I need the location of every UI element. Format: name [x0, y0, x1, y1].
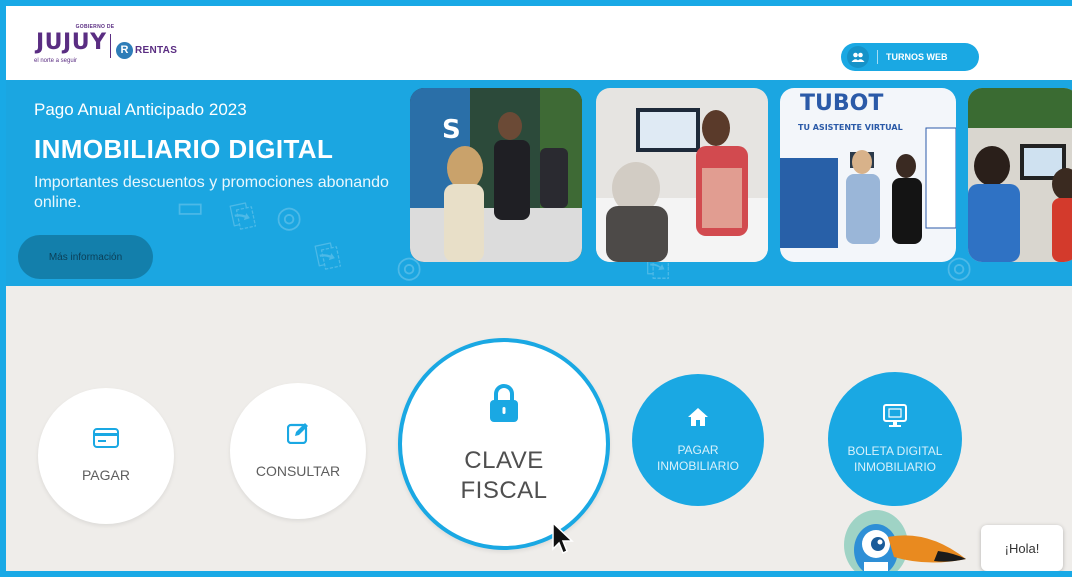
turnos-divider	[877, 50, 878, 64]
promo-banner[interactable]: ▭ ⎘ ◎ ⎘ ◎ ⎘ ◎ Pago Anual Anticipado 2023…	[6, 80, 1072, 286]
pagar-label: PAGAR	[82, 467, 130, 483]
logo-tagline: el norte a seguir	[34, 58, 78, 64]
banner-photo-attention	[596, 88, 768, 262]
pagar-button[interactable]: PAGAR	[38, 388, 174, 524]
users-icon	[847, 46, 869, 68]
photo-sign-asistente: TU ASISTENTE VIRTUAL	[798, 123, 903, 132]
rentas-wordmark: RENTAS	[135, 44, 178, 56]
clave-fiscal-button[interactable]: CLAVE FISCAL	[398, 338, 610, 550]
home-icon	[687, 407, 709, 432]
clave-fiscal-line1: CLAVE	[464, 446, 544, 474]
logo-divider	[110, 34, 111, 58]
mouse-cursor-icon	[551, 521, 575, 561]
site-header: GOBIERNO DE JUJUY el norte a seguir R RE…	[6, 6, 1072, 80]
browser-viewport: GOBIERNO DE JUJUY el norte a seguir R RE…	[0, 0, 1072, 577]
logo-jujuy-word: JUJUY	[36, 30, 107, 55]
consultar-label: CONSULTAR	[255, 463, 341, 479]
photo-sign-tubot: TUBOT	[800, 91, 883, 116]
banner-photo-tubot: TUBOT TU ASISTENTE VIRTUAL	[780, 88, 956, 262]
consultar-button[interactable]: CONSULTAR	[230, 383, 366, 519]
banner-kicker: Pago Anual Anticipado 2023	[34, 100, 247, 119]
mas-informacion-button[interactable]: Más información	[18, 235, 153, 279]
edit-icon	[286, 422, 309, 449]
banner-title: INMOBILIARIO DIGITAL	[34, 134, 334, 164]
monitor-icon	[882, 403, 908, 433]
boleta-digital-button[interactable]: BOLETA DIGITAL INMOBILIARIO	[828, 372, 962, 506]
boleta-digital-line2: INMOBILIARIO	[853, 459, 936, 474]
logo-rentas[interactable]: R RENTAS	[116, 40, 177, 60]
pagar-inmobiliario-button[interactable]: PAGAR INMOBILIARIO	[632, 374, 764, 506]
clave-fiscal-line2: FISCAL	[460, 476, 548, 504]
photo-sign-letter: S	[442, 115, 461, 145]
banner-photo-office: S	[410, 88, 582, 262]
turnos-web-label: TURNOS WEB	[886, 52, 948, 62]
rentas-r-icon: R	[116, 41, 133, 59]
pagar-inmobiliario-line2: INMOBILIARIO	[656, 458, 739, 473]
toucan-beak-icon	[888, 533, 968, 571]
banner-photo-kids	[968, 88, 1072, 262]
boleta-digital-line1: BOLETA DIGITAL	[847, 443, 943, 458]
lock-icon	[488, 383, 520, 428]
card-icon	[93, 428, 119, 453]
chat-greeting-bubble[interactable]: ¡Hola!	[981, 525, 1063, 571]
turnos-web-button[interactable]: TURNOS WEB	[841, 43, 979, 71]
card-deco-icon: ⎘	[312, 237, 344, 276]
pagar-inmobiliario-line1: PAGAR	[677, 442, 719, 457]
logo-gobierno-jujuy[interactable]: GOBIERNO DE JUJUY el norte a seguir	[28, 24, 118, 68]
banner-subtitle: Importantes descuentos y promociones abo…	[34, 174, 389, 211]
